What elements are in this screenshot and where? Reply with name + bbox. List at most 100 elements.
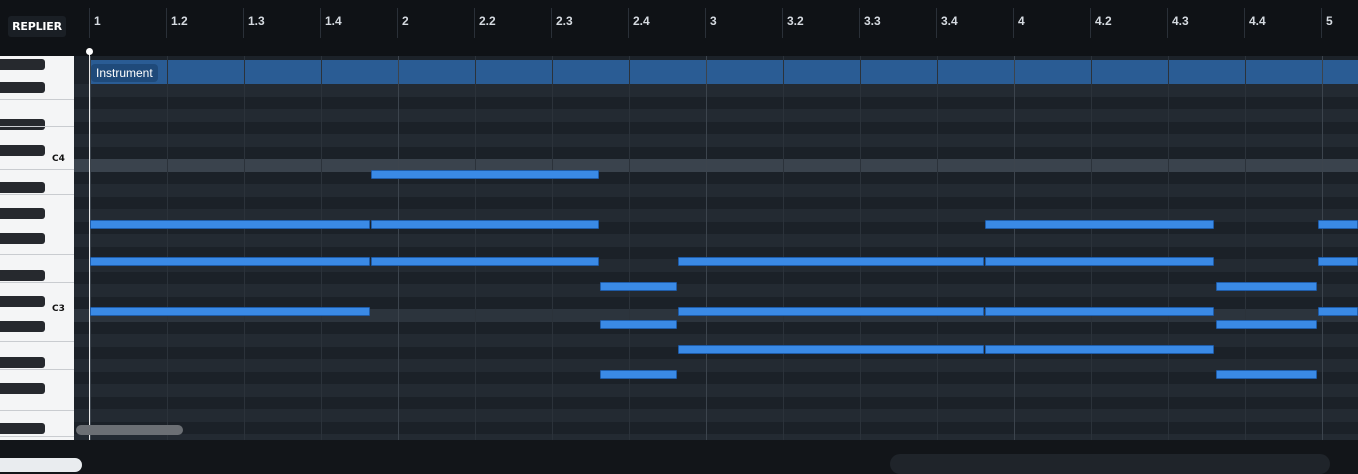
beat-line [244,56,245,440]
beat-line [706,56,707,440]
midi-note[interactable] [371,170,599,179]
c4-label: C4 [52,154,65,164]
ruler-tick [628,8,629,38]
ruler-tick [782,8,783,38]
black-key[interactable] [0,119,45,130]
black-key[interactable] [0,423,45,434]
midi-note[interactable] [1318,307,1358,316]
ruler-label: 2.3 [556,14,573,28]
ruler-label: 1.3 [248,14,265,28]
black-key[interactable] [0,296,45,307]
midi-note[interactable] [90,257,370,266]
black-key[interactable] [0,321,45,332]
piano-roll-editor: REPLIER 1 1.2 1.3 1.4 2 2.2 2.3 2.4 3 3.2 3.3 3.4 4 4… [0,0,1358,474]
bottom-left-control[interactable] [0,458,82,472]
ruler-tick [166,8,167,38]
midi-note[interactable] [678,257,984,266]
replier-button[interactable]: REPLIER [8,15,66,37]
white-key-divider [0,282,74,283]
ruler-label: 3.4 [941,14,958,28]
ruler-label: 1.2 [171,14,188,28]
midi-note[interactable] [985,257,1214,266]
grid-row [74,359,1358,372]
horizontal-scrollbar-thumb[interactable] [76,425,183,435]
midi-note[interactable] [371,220,599,229]
black-key[interactable] [0,208,45,219]
beat-line [860,56,861,440]
ruler-label: 3.3 [864,14,881,28]
black-key[interactable] [0,59,45,70]
midi-note[interactable] [371,257,599,266]
midi-note[interactable] [678,345,984,354]
bottom-right-panel[interactable] [890,454,1330,474]
midi-note[interactable] [600,370,677,379]
black-key[interactable] [0,233,45,244]
ruler-label: 4.2 [1095,14,1112,28]
grid-row [74,234,1358,247]
white-key-divider [0,436,74,437]
beat-line [783,56,784,440]
ruler-tick [89,8,90,38]
ruler-tick [1321,8,1322,38]
piano-keyboard[interactable]: C4 C3 [0,56,74,440]
beat-line [1245,56,1246,440]
c3-label: C3 [52,304,65,314]
white-key-divider [0,169,74,170]
ruler-tick [551,8,552,38]
grid-row [74,84,1358,97]
beat-line [398,56,399,440]
beat-line [1014,56,1015,440]
beat-line [552,56,553,440]
midi-note[interactable] [1216,370,1317,379]
beat-line [90,56,91,440]
ruler-label: 2.2 [479,14,496,28]
grid-row [74,371,1358,384]
grid-row [74,159,1358,172]
black-key[interactable] [0,383,45,394]
midi-note[interactable] [678,307,984,316]
ruler-label: 1 [94,14,101,28]
ruler-tick [320,8,321,38]
beat-line [629,56,630,440]
grid-row [74,196,1358,209]
beat-line [937,56,938,440]
midi-note[interactable] [985,307,1214,316]
playhead-line[interactable] [89,52,90,440]
black-key[interactable] [0,357,45,368]
playhead-handle[interactable] [86,48,93,55]
beat-line [1322,56,1323,440]
midi-note[interactable] [1216,320,1317,329]
midi-note[interactable] [1318,257,1358,266]
grid-row [74,271,1358,284]
ruler-label: 2 [402,14,409,28]
grid-row [74,96,1358,109]
white-key-divider [0,99,74,100]
midi-note[interactable] [985,220,1214,229]
white-key-divider [0,126,74,127]
grid-row [74,421,1358,434]
black-key[interactable] [0,145,45,156]
midi-note[interactable] [90,220,370,229]
midi-note[interactable] [600,282,677,291]
beat-line [1168,56,1169,440]
midi-note[interactable] [985,345,1214,354]
ruler-label: 3.2 [787,14,804,28]
grid-row [74,184,1358,197]
ruler-label: 4 [1018,14,1025,28]
beat-line [167,56,168,440]
grid-row [74,171,1358,184]
ruler-tick [243,8,244,38]
black-key[interactable] [0,182,45,193]
midi-note[interactable] [1216,282,1317,291]
midi-note[interactable] [90,307,370,316]
ruler-tick [936,8,937,38]
midi-note[interactable] [1318,220,1358,229]
timeline-ruler[interactable]: 1 1.2 1.3 1.4 2 2.2 2.3 2.4 3 3.2 3.3 3.4 4 4.2 4.3 4.4… [74,0,1358,56]
beat-line [1091,56,1092,440]
grid-row [74,109,1358,122]
ruler-label: 3 [710,14,717,28]
black-key[interactable] [0,270,45,281]
midi-note[interactable] [600,320,677,329]
black-key[interactable] [0,82,45,93]
note-grid[interactable]: Instrument [74,56,1358,440]
